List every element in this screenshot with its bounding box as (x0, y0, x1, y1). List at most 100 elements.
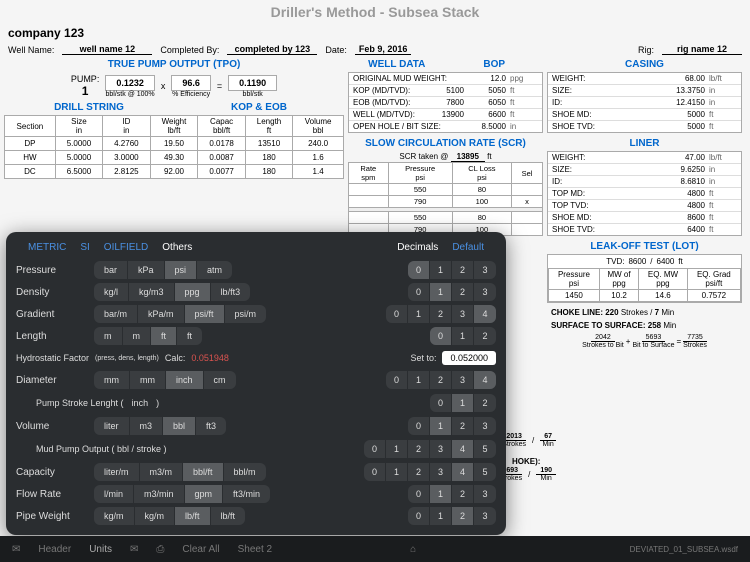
unit-option[interactable]: cm (204, 371, 236, 389)
unit-option[interactable]: m3/min (134, 485, 185, 503)
unit-option[interactable]: mm (130, 371, 166, 389)
pump-stroke-decimals[interactable]: 012 (430, 394, 496, 412)
decimal-option[interactable]: 1 (452, 394, 474, 412)
field-value[interactable]: 5000 (667, 110, 709, 119)
unit-option[interactable]: gpm (185, 485, 224, 503)
scr-cell[interactable] (349, 184, 389, 196)
tab-metric[interactable]: METRIC (28, 242, 66, 253)
unit-option[interactable]: m (123, 327, 152, 345)
decimal-option[interactable]: 3 (474, 261, 496, 279)
table-cell[interactable]: DP (5, 137, 56, 151)
scr-cell[interactable] (349, 212, 389, 224)
decimal-option[interactable]: 3 (430, 463, 452, 481)
tpo-val2[interactable]: 96.6 (171, 75, 211, 91)
decimal-option[interactable]: 2 (408, 440, 430, 458)
unit-option[interactable]: m3 (130, 417, 164, 435)
decimal-option[interactable]: 0 (408, 485, 430, 503)
rig-field[interactable]: rig name 12 (662, 44, 742, 55)
decimal-option[interactable]: 1 (386, 463, 408, 481)
table-cell[interactable]: 240.0 (293, 137, 344, 151)
scr-cell[interactable]: 80 (452, 212, 511, 224)
unit-option[interactable]: psi (165, 261, 198, 279)
field-value[interactable]: 12.0 (468, 74, 510, 83)
field-value[interactable]: 9.6250 (667, 165, 709, 174)
decimal-option[interactable]: 0 (364, 440, 386, 458)
unit-option[interactable]: bbl/m (224, 463, 266, 481)
unit-option[interactable]: liter (94, 417, 130, 435)
decimal-option[interactable]: 2 (452, 261, 474, 279)
decimal-option[interactable]: 2 (452, 417, 474, 435)
scr-cell[interactable] (512, 184, 543, 196)
unit-option[interactable]: ppg (175, 283, 211, 301)
lot-tvd1[interactable]: 8600 (628, 257, 646, 266)
field-value[interactable]: 6600 (468, 110, 510, 119)
date-field[interactable]: Feb 9, 2016 (355, 44, 412, 55)
decimal-option[interactable]: 1 (430, 507, 452, 525)
unit-option[interactable]: kPa/m (138, 305, 185, 323)
default-button[interactable]: Default (452, 242, 484, 253)
hydro-set-input[interactable]: 0.052000 (442, 351, 496, 365)
decimal-option[interactable]: 5 (474, 440, 496, 458)
sheet2-button[interactable]: Sheet 2 (238, 544, 272, 555)
scr-cell[interactable]: 550 (388, 184, 452, 196)
decimal-option[interactable]: 0 (408, 417, 430, 435)
tpo-val1[interactable]: 0.1232 (105, 75, 155, 91)
decimal-option[interactable]: 1 (430, 283, 452, 301)
field-value[interactable]: 12.4150 (667, 98, 709, 107)
decimal-option[interactable]: 1 (430, 417, 452, 435)
lot-cell[interactable]: 0.7572 (687, 290, 740, 302)
field-value[interactable]: 4800 (667, 189, 709, 198)
decimal-option[interactable]: 1 (430, 261, 452, 279)
mail2-icon[interactable]: ✉ (130, 544, 138, 555)
scr-cell[interactable] (512, 224, 543, 236)
field-value[interactable]: 6050 (468, 98, 510, 107)
decimal-option[interactable]: 1 (408, 305, 430, 323)
home-icon[interactable]: ⌂ (410, 544, 416, 555)
decimal-option[interactable]: 0 (430, 327, 452, 345)
table-cell[interactable]: 1.6 (293, 151, 344, 165)
mail-icon[interactable]: ✉ (12, 544, 20, 555)
table-cell[interactable]: 6.5000 (55, 165, 102, 179)
decimal-option[interactable]: 2 (474, 327, 496, 345)
tab-others[interactable]: Others (162, 242, 192, 253)
unit-option[interactable]: kg/m3 (129, 283, 175, 301)
table-cell[interactable]: 4.2760 (103, 137, 150, 151)
table-cell[interactable]: 19.50 (150, 137, 198, 151)
decimal-option[interactable]: 3 (452, 371, 474, 389)
decimal-option[interactable]: 1 (452, 327, 474, 345)
decimal-option[interactable]: 3 (474, 507, 496, 525)
decimal-option[interactable]: 2 (430, 305, 452, 323)
unit-option[interactable]: lb/ft (211, 507, 246, 525)
decimal-option[interactable]: 1 (386, 440, 408, 458)
decimal-option[interactable]: 5 (474, 463, 496, 481)
decimal-option[interactable]: 0 (430, 394, 452, 412)
mpo-decimals[interactable]: 012345 (364, 440, 496, 458)
unit-option[interactable]: m3/m (140, 463, 184, 481)
unit-option[interactable]: lb/ft3 (211, 283, 251, 301)
scr-cell[interactable]: x (512, 196, 543, 208)
lot-cell[interactable]: 14.6 (639, 290, 688, 302)
scr-cell[interactable] (512, 212, 543, 224)
table-cell[interactable]: 13510 (245, 137, 292, 151)
decimal-option[interactable]: 2 (430, 371, 452, 389)
lot-tvd2[interactable]: 6400 (657, 257, 675, 266)
scr-taken-val[interactable]: 13895 (451, 152, 485, 162)
unit-option[interactable]: psi/ft (185, 305, 225, 323)
table-cell[interactable]: 5.0000 (55, 137, 102, 151)
scr-cell[interactable] (349, 196, 389, 208)
unit-option[interactable]: psi/m (225, 305, 267, 323)
table-cell[interactable]: 0.0077 (198, 165, 245, 179)
unit-option[interactable]: l/min (94, 485, 134, 503)
field-value[interactable]: 6400 (667, 225, 709, 234)
decimal-option[interactable]: 3 (474, 485, 496, 503)
unit-option[interactable]: bbl/ft (183, 463, 224, 481)
clear-all-button[interactable]: Clear All (182, 544, 219, 555)
table-cell[interactable]: 0.0178 (198, 137, 245, 151)
scr-cell[interactable]: 550 (388, 212, 452, 224)
lot-cell[interactable]: 10.2 (599, 290, 638, 302)
decimal-option[interactable]: 3 (474, 417, 496, 435)
field-value[interactable]: 8600 (667, 213, 709, 222)
decimal-option[interactable]: 4 (452, 440, 474, 458)
field-value[interactable]: 7800 (426, 98, 468, 107)
unit-option[interactable]: bar/m (94, 305, 138, 323)
